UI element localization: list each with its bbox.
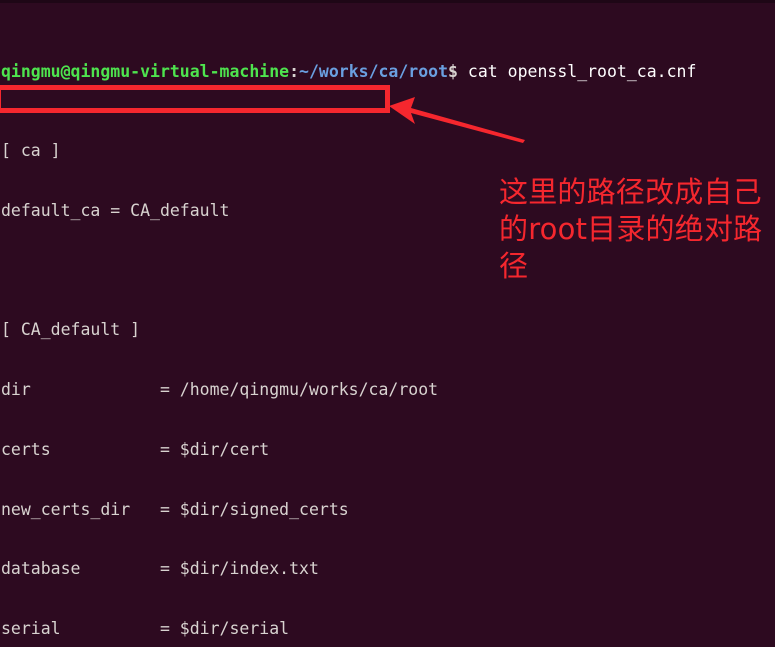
terminal-window[interactable]: qingmu@qingmu-virtual-machine:~/works/ca… [0, 0, 775, 647]
output-line: [ ca ] [1, 141, 61, 161]
output-line: new_certs_dir = $dir/signed_certs [1, 499, 349, 519]
prompt-command: cat openssl_root_ca.cnf [457, 61, 697, 81]
output-line-dir: dir = /home/qingmu/works/ca/root [1, 380, 439, 400]
annotation-note-text: 这里的路径改成自己的root目录的绝对路径 [499, 175, 763, 283]
prompt-sigil: $ [448, 61, 458, 81]
prompt-line: qingmu@qingmu-virtual-machine:~/works/ca… [0, 62, 775, 82]
output-line-section-ca-default: [ CA_default ] [1, 320, 141, 340]
output-line: serial = $dir/serial [1, 618, 290, 638]
terminal-output: qingmu@qingmu-virtual-machine:~/works/ca… [0, 2, 775, 647]
prompt-user-host: qingmu@qingmu-virtual-machine [1, 61, 290, 81]
prompt-path: ~/works/ca/root [299, 61, 449, 81]
prompt-separator: : [289, 61, 300, 81]
output-line: certs = $dir/cert [1, 439, 270, 459]
output-line: database = $dir/index.txt [1, 559, 319, 579]
